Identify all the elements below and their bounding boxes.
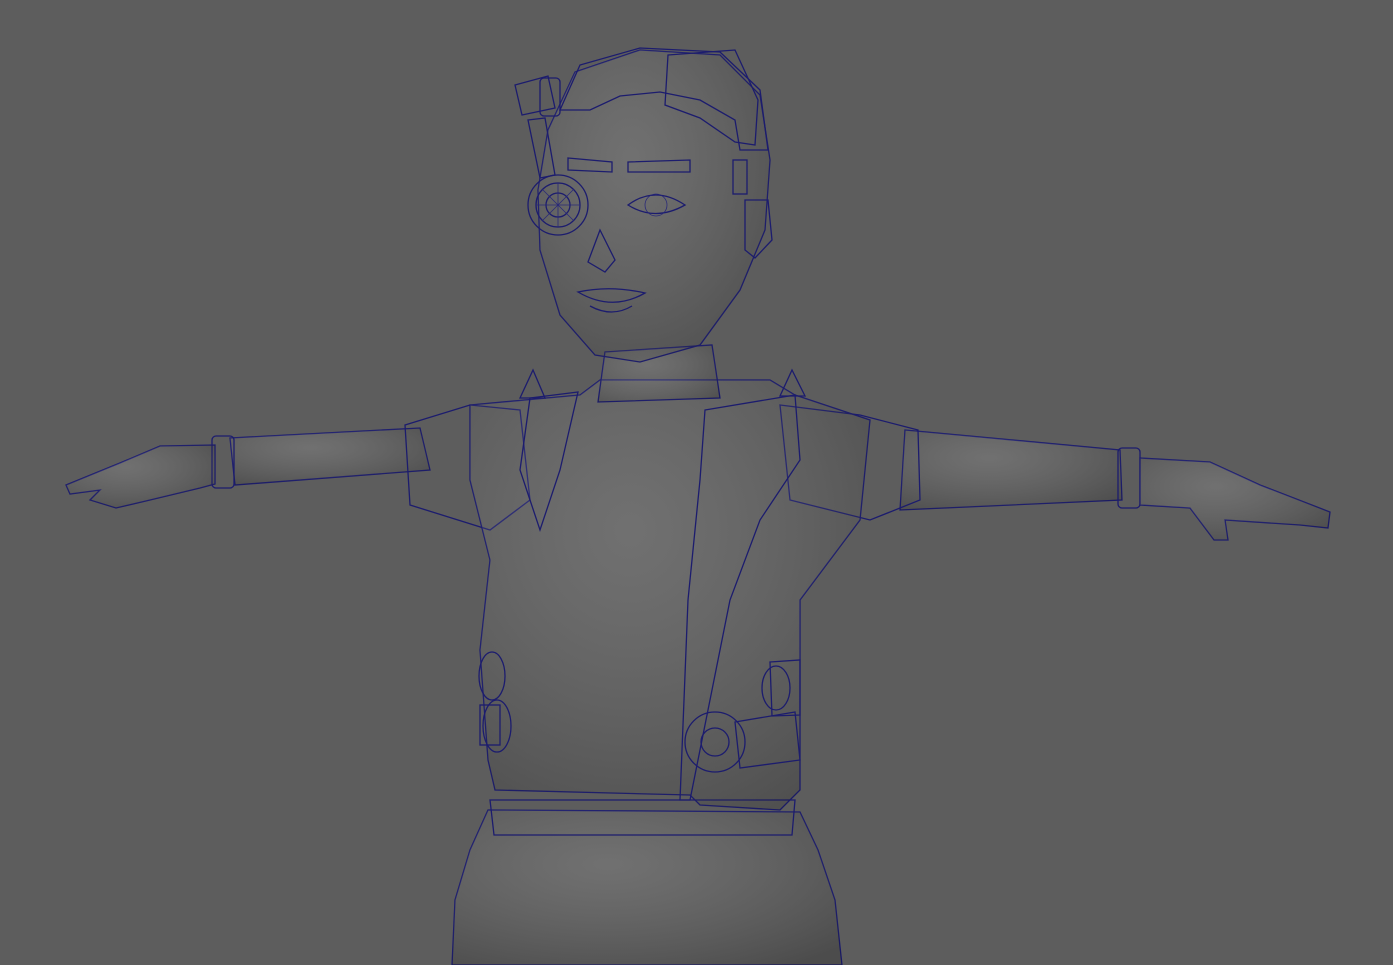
hand-right <box>1139 457 1331 541</box>
arm-right <box>899 429 1141 511</box>
model-render <box>65 47 1331 965</box>
arm-left <box>211 427 431 489</box>
head <box>537 49 771 363</box>
shoulder-spike-left <box>518 368 546 399</box>
pants <box>451 799 843 965</box>
vest <box>469 379 871 811</box>
hand-left <box>65 444 216 509</box>
monocle-eyepiece <box>527 174 589 236</box>
3d-viewport[interactable] <box>0 0 1393 965</box>
